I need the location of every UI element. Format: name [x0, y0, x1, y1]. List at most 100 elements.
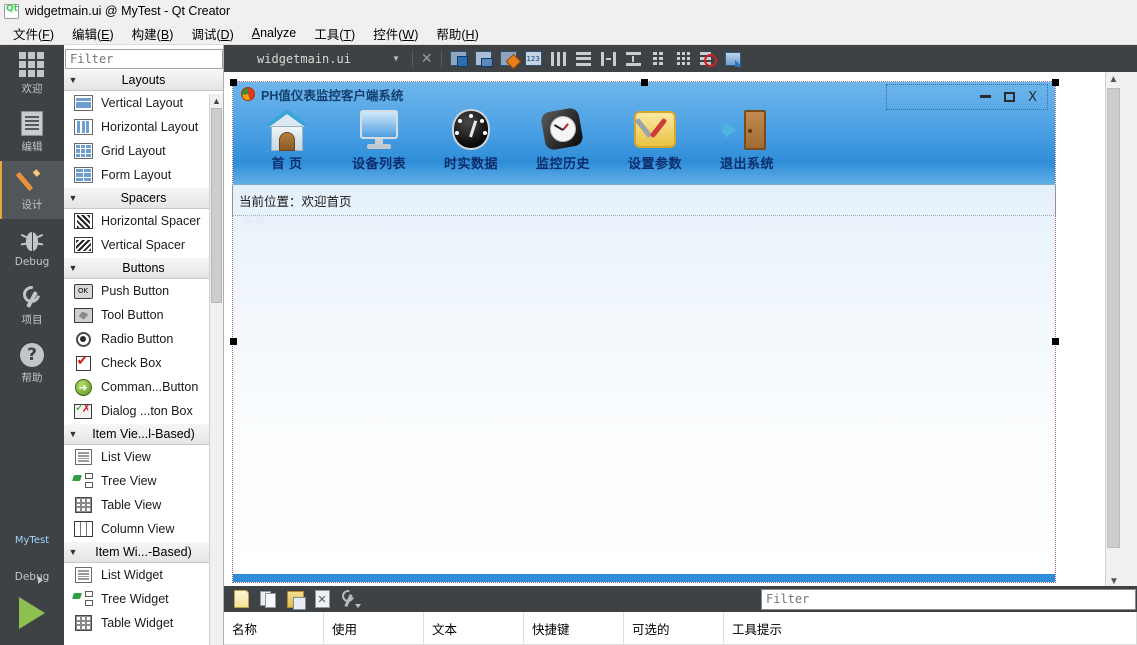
widget-item-form-layout[interactable]: Form Layout: [64, 163, 223, 187]
open-document-tab[interactable]: widgetmain.ui: [224, 45, 384, 72]
designed-form[interactable]: PH值仪表监控客户端系统 X 首 页 设备列表 时实数据 监控历史 设置参数 退…: [232, 81, 1056, 583]
edit-widgets-icon[interactable]: [447, 48, 470, 70]
widget-category-layouts[interactable]: ▼ Layouts: [64, 69, 223, 91]
check-box-icon: [72, 353, 94, 372]
splitter-horizontal-icon[interactable]: [597, 48, 620, 70]
nav-device-list[interactable]: 设备列表: [341, 108, 417, 172]
layout-horizontal-icon[interactable]: [547, 48, 570, 70]
widget-item-check-box[interactable]: Check Box: [64, 351, 223, 375]
action-editor-filter-input[interactable]: [761, 588, 1136, 610]
menu-widgets[interactable]: 控件(W): [364, 22, 427, 45]
paste-icon[interactable]: [283, 588, 307, 610]
minimize-button[interactable]: [980, 94, 992, 98]
mode-projects[interactable]: 项目: [0, 277, 64, 335]
horizontal-layout-icon: [72, 118, 94, 136]
selection-handle-middle-left[interactable]: [230, 338, 237, 345]
mode-debug[interactable]: Debug: [0, 219, 64, 277]
menu-analyze[interactable]: Analyze: [243, 24, 305, 42]
widget-item-radio-button[interactable]: Radio Button: [64, 327, 223, 351]
preview-icon[interactable]: [722, 48, 745, 70]
widget-item-command-link-button[interactable]: ➜ Comman...Button: [64, 375, 223, 399]
column-header-checkable[interactable]: 可选的: [624, 612, 724, 645]
run-target-selector[interactable]: MyTest Debug: [0, 533, 64, 645]
close-button[interactable]: X: [1028, 90, 1037, 105]
column-header-shortcut[interactable]: 快捷键: [524, 612, 624, 645]
play-icon[interactable]: [19, 597, 45, 629]
widget-box-list[interactable]: ▼ Layouts Vertical Layout Horizontal Lay…: [64, 69, 223, 645]
mode-debug-label: Debug: [14, 255, 50, 268]
widget-item-column-view[interactable]: Column View: [64, 517, 223, 541]
menu-tools[interactable]: 工具(T): [305, 22, 364, 45]
new-file-icon[interactable]: [229, 588, 253, 610]
widget-category-buttons[interactable]: ▼ Buttons: [64, 257, 223, 279]
scrollbar-thumb[interactable]: [211, 108, 222, 303]
form-content-area[interactable]: 欢迎: [233, 213, 1055, 582]
widget-item-table-widget[interactable]: Table Widget: [64, 611, 223, 635]
column-header-tooltip[interactable]: 工具提示: [724, 612, 1137, 645]
edit-buddies-icon[interactable]: [497, 48, 520, 70]
widget-item-list-widget[interactable]: List Widget: [64, 563, 223, 587]
form-layout-icon[interactable]: [647, 48, 670, 70]
list-widget-icon: [72, 566, 94, 584]
mode-edit[interactable]: 编辑: [0, 103, 64, 161]
widget-item-dialog-button-box[interactable]: ✓ ✗ Dialog ...ton Box: [64, 399, 223, 423]
nav-realtime-data[interactable]: 时实数据: [433, 108, 509, 172]
grid-layout-icon[interactable]: [672, 48, 695, 70]
edit-signals-slots-icon[interactable]: [472, 48, 495, 70]
nav-monitor-history[interactable]: 监控历史: [525, 106, 601, 172]
widget-item-tool-button[interactable]: Tool Button: [64, 303, 223, 327]
break-layout-icon[interactable]: [697, 48, 720, 70]
nav-settings[interactable]: 设置参数: [617, 108, 693, 172]
mode-design-label: 设计: [21, 199, 43, 211]
copy-icon[interactable]: [256, 588, 280, 610]
scroll-up-icon[interactable]: ▲: [1106, 72, 1121, 88]
scrollbar-thumb[interactable]: [1107, 88, 1120, 548]
widget-item-tree-view[interactable]: Tree View: [64, 469, 223, 493]
selection-handle-top-right[interactable]: [1052, 79, 1059, 86]
widget-category-item-widgets[interactable]: ▼ Item Wi...-Based): [64, 541, 223, 563]
mode-help[interactable]: ? 帮助: [0, 335, 64, 393]
nav-exit[interactable]: 退出系统: [709, 108, 785, 172]
column-header-name[interactable]: 名称: [224, 612, 324, 645]
menu-build[interactable]: 构建(B): [123, 22, 183, 45]
menu-debug[interactable]: 调试(D): [182, 22, 242, 45]
widget-item-push-button[interactable]: OK Push Button: [64, 279, 223, 303]
title-bar: widgetmain.ui @ MyTest - Qt Creator: [0, 0, 1137, 22]
menu-edit[interactable]: 编辑(E): [63, 22, 123, 45]
column-header-text[interactable]: 文本: [424, 612, 524, 645]
column-header-used[interactable]: 使用: [324, 612, 424, 645]
widget-item-vertical-spacer[interactable]: Vertical Spacer: [64, 233, 223, 257]
selection-handle-top-center[interactable]: [641, 79, 648, 86]
widget-item-list-view[interactable]: List View: [64, 445, 223, 469]
qt-creator-window: widgetmain.ui @ MyTest - Qt Creator 文件(F…: [0, 0, 1137, 645]
widget-category-item-views[interactable]: ▼ Item Vie...l-Based): [64, 423, 223, 445]
wrench-icon[interactable]: [337, 588, 361, 610]
widget-item-vertical-layout[interactable]: Vertical Layout: [64, 91, 223, 115]
widget-item-tree-widget[interactable]: Tree Widget: [64, 587, 223, 611]
close-icon[interactable]: ✕: [417, 50, 437, 67]
widget-box-filter-input[interactable]: [65, 49, 223, 69]
widget-item-horizontal-layout[interactable]: Horizontal Layout: [64, 115, 223, 139]
maximize-button[interactable]: [1004, 92, 1016, 102]
menu-file[interactable]: 文件(F): [4, 22, 63, 45]
mode-welcome[interactable]: 欢迎: [0, 45, 64, 103]
scroll-up-icon[interactable]: ▲: [210, 94, 223, 108]
edit-tab-order-icon[interactable]: 123: [522, 48, 545, 70]
form-nav-bar: 首 页 设备列表 时实数据 监控历史 设置参数 退出系统: [233, 106, 1055, 172]
nav-home[interactable]: 首 页: [249, 108, 325, 172]
mode-design[interactable]: 设计: [0, 161, 64, 219]
delete-file-icon[interactable]: ✕: [310, 588, 334, 610]
layout-vertical-icon[interactable]: [572, 48, 595, 70]
widget-category-spacers[interactable]: ▼ Spacers: [64, 187, 223, 209]
menu-help[interactable]: 帮助(H): [427, 22, 487, 45]
widget-item-horizontal-spacer[interactable]: Horizontal Spacer: [64, 209, 223, 233]
splitter-vertical-icon[interactable]: [622, 48, 645, 70]
selection-handle-middle-right[interactable]: [1052, 338, 1059, 345]
widget-item-table-view[interactable]: Table View: [64, 493, 223, 517]
selection-handle-top-left[interactable]: [230, 79, 237, 86]
design-canvas[interactable]: PH值仪表监控客户端系统 X 首 页 设备列表 时实数据 监控历史 设置参数 退…: [224, 72, 1121, 590]
chevron-down-icon[interactable]: ▼: [384, 54, 408, 63]
widget-item-grid-layout[interactable]: Grid Layout: [64, 139, 223, 163]
widget-box-scrollbar[interactable]: ▲ ▼: [209, 94, 223, 645]
canvas-scrollbar[interactable]: ▲ ▼: [1105, 72, 1121, 590]
